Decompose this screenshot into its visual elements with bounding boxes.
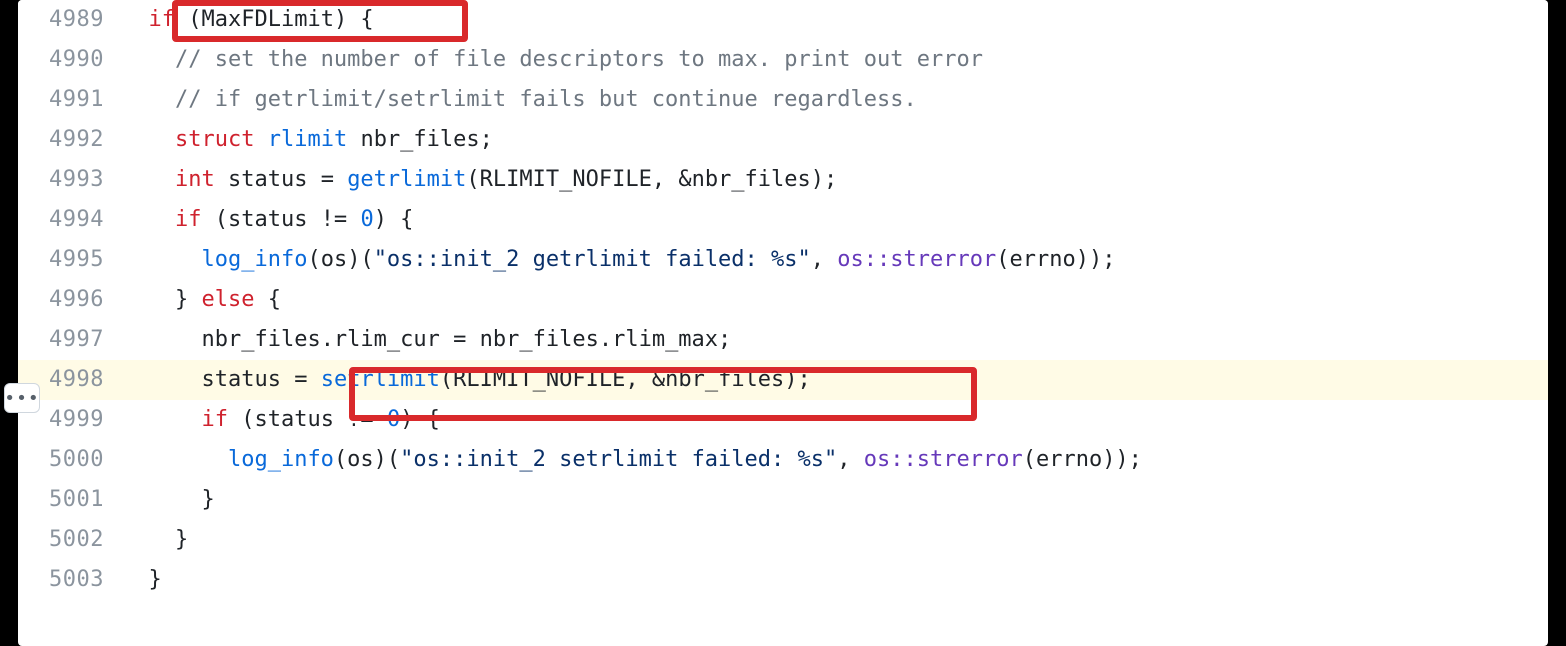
line-number[interactable]: 4994 — [18, 200, 122, 240]
code-content: if (status != 0) { — [122, 200, 413, 240]
code-line[interactable]: 4993 int status = getrlimit(RLIMIT_NOFIL… — [18, 160, 1548, 200]
code-content: // set the number of file descriptors to… — [122, 40, 983, 80]
code-line[interactable]: 4992 struct rlimit nbr_files; — [18, 120, 1548, 160]
line-number[interactable]: 4993 — [18, 160, 122, 200]
screenshot-frame: 4989 if (MaxFDLimit) {4990 // set the nu… — [0, 0, 1566, 646]
code-content: status = setrlimit(RLIMIT_NOFILE, &nbr_f… — [122, 360, 811, 400]
code-line[interactable]: 4989 if (MaxFDLimit) { — [18, 0, 1548, 40]
code-content: // if getrlimit/setrlimit fails but cont… — [122, 80, 917, 120]
code-line[interactable]: 4991 // if getrlimit/setrlimit fails but… — [18, 80, 1548, 120]
line-number[interactable]: 5002 — [18, 520, 122, 560]
code-content: nbr_files.rlim_cur = nbr_files.rlim_max; — [122, 320, 731, 360]
code-content: struct rlimit nbr_files; — [122, 120, 493, 160]
code-content: log_info(os)("os::init_2 getrlimit faile… — [122, 240, 1115, 280]
line-number[interactable]: 4995 — [18, 240, 122, 280]
code-content: } — [122, 560, 162, 600]
code-line[interactable]: 4997 nbr_files.rlim_cur = nbr_files.rlim… — [18, 320, 1548, 360]
code-line[interactable]: 4996 } else { — [18, 280, 1548, 320]
dots-icon: ••• — [4, 388, 40, 409]
code-line[interactable]: 4998 status = setrlimit(RLIMIT_NOFILE, &… — [18, 360, 1548, 400]
code-line[interactable]: 4995 log_info(os)("os::init_2 getrlimit … — [18, 240, 1548, 280]
line-number[interactable]: 4992 — [18, 120, 122, 160]
line-actions-button[interactable]: ••• — [4, 383, 40, 413]
code-content: } else { — [122, 280, 281, 320]
code-line[interactable]: 4990 // set the number of file descripto… — [18, 40, 1548, 80]
code-content: } — [122, 520, 188, 560]
code-content: log_info(os)("os::init_2 setrlimit faile… — [122, 440, 1142, 480]
code-line[interactable]: 5002 } — [18, 520, 1548, 560]
line-number[interactable]: 5001 — [18, 480, 122, 520]
line-number[interactable]: 5000 — [18, 440, 122, 480]
line-number[interactable]: 4997 — [18, 320, 122, 360]
line-number[interactable]: 4990 — [18, 40, 122, 80]
code-content: if (MaxFDLimit) { — [122, 0, 374, 40]
code-line[interactable]: 5001 } — [18, 480, 1548, 520]
code-line[interactable]: 4994 if (status != 0) { — [18, 200, 1548, 240]
code-line[interactable]: 5000 log_info(os)("os::init_2 setrlimit … — [18, 440, 1548, 480]
line-number[interactable]: 4989 — [18, 0, 122, 40]
code-listing: 4989 if (MaxFDLimit) {4990 // set the nu… — [18, 0, 1548, 600]
code-line[interactable]: 4999 if (status != 0) { — [18, 400, 1548, 440]
code-content: if (status != 0) { — [122, 400, 440, 440]
line-number[interactable]: 5003 — [18, 560, 122, 600]
code-content: } — [122, 480, 215, 520]
line-number[interactable]: 4996 — [18, 280, 122, 320]
code-line[interactable]: 5003 } — [18, 560, 1548, 600]
line-number[interactable]: 4991 — [18, 80, 122, 120]
code-content: int status = getrlimit(RLIMIT_NOFILE, &n… — [122, 160, 837, 200]
code-panel: 4989 if (MaxFDLimit) {4990 // set the nu… — [18, 0, 1548, 646]
